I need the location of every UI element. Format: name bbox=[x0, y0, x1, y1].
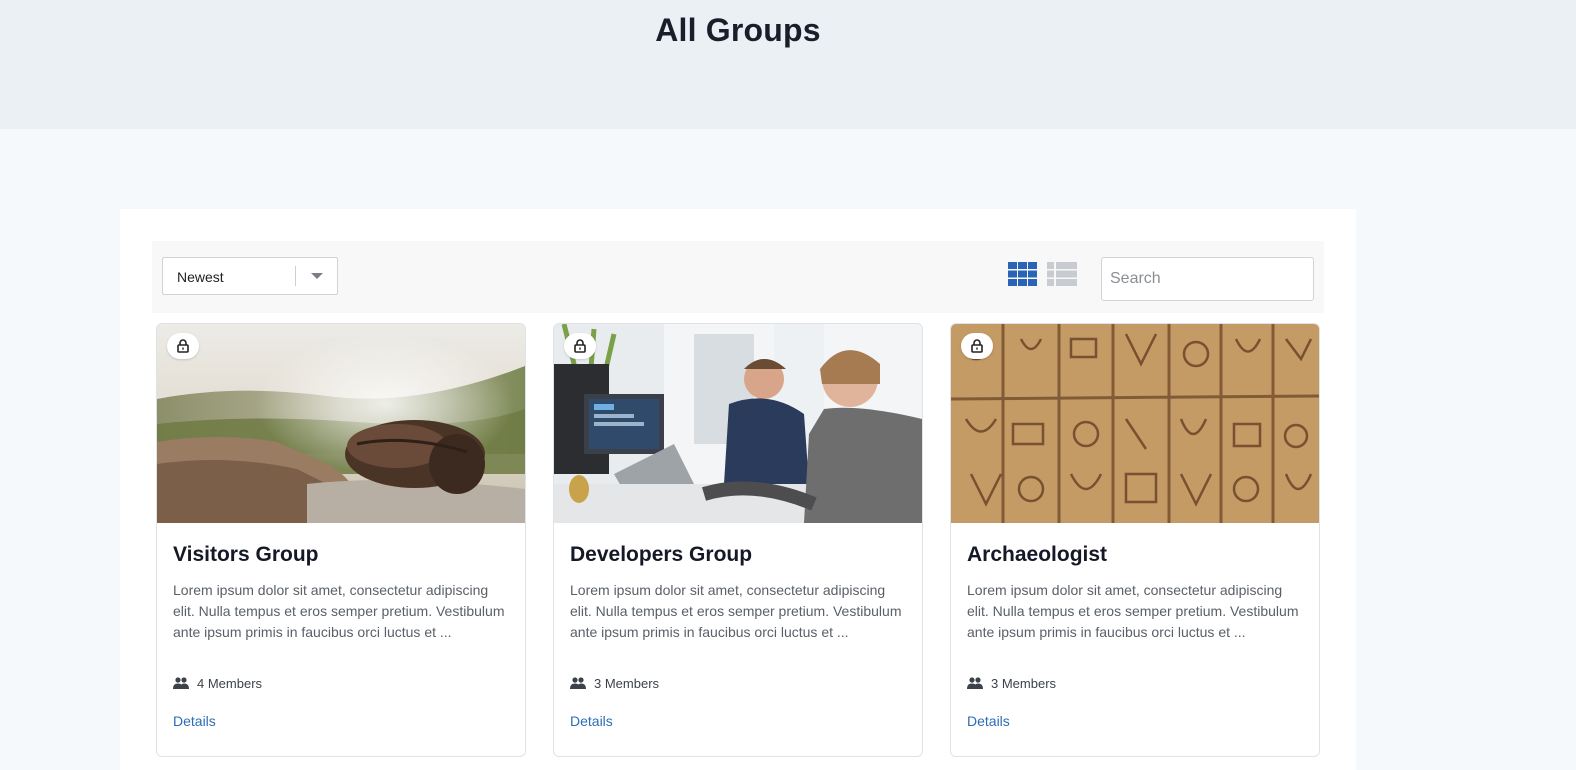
page-title: All Groups bbox=[655, 12, 821, 48]
members-icon bbox=[967, 677, 983, 689]
group-image[interactable] bbox=[951, 324, 1319, 523]
members-count: 3 Members bbox=[991, 675, 1057, 691]
sort-select[interactable]: Newest bbox=[162, 257, 338, 295]
members-count: 4 Members bbox=[197, 675, 263, 691]
group-members: 3 Members bbox=[570, 674, 659, 692]
group-description: Lorem ipsum dolor sit amet, consectetur … bbox=[570, 582, 902, 640]
lock-icon bbox=[961, 333, 993, 359]
group-card: Visitors Group Lorem ipsum dolor sit ame… bbox=[156, 323, 526, 757]
group-card: Developers Group Lorem ipsum dolor sit a… bbox=[553, 323, 923, 757]
group-description: Lorem ipsum dolor sit amet, consectetur … bbox=[967, 582, 1299, 640]
members-icon bbox=[173, 677, 189, 689]
group-title[interactable]: Archaeologist bbox=[967, 543, 1107, 567]
details-link[interactable]: Details bbox=[173, 713, 216, 729]
group-title[interactable]: Visitors Group bbox=[173, 543, 318, 567]
group-card: Archaeologist Lorem ipsum dolor sit amet… bbox=[950, 323, 1320, 757]
details-link[interactable]: Details bbox=[570, 713, 613, 729]
lock-icon bbox=[564, 333, 596, 359]
group-image[interactable] bbox=[554, 324, 922, 523]
group-image[interactable] bbox=[157, 324, 525, 523]
group-members: 3 Members bbox=[967, 674, 1056, 692]
lock-icon bbox=[167, 333, 199, 359]
list-view-icon[interactable] bbox=[1047, 262, 1077, 286]
grid-view-icon[interactable] bbox=[1008, 262, 1037, 286]
members-count: 3 Members bbox=[594, 675, 660, 691]
group-description: Lorem ipsum dolor sit amet, consectetur … bbox=[173, 582, 505, 640]
chevron-down-icon[interactable] bbox=[311, 273, 323, 279]
search-input[interactable] bbox=[1101, 257, 1314, 301]
sort-select-value: Newest bbox=[177, 269, 224, 285]
members-icon bbox=[570, 677, 586, 689]
group-members: 4 Members bbox=[173, 674, 262, 692]
group-title[interactable]: Developers Group bbox=[570, 543, 752, 567]
sort-select-divider bbox=[295, 266, 296, 286]
details-link[interactable]: Details bbox=[967, 713, 1010, 729]
